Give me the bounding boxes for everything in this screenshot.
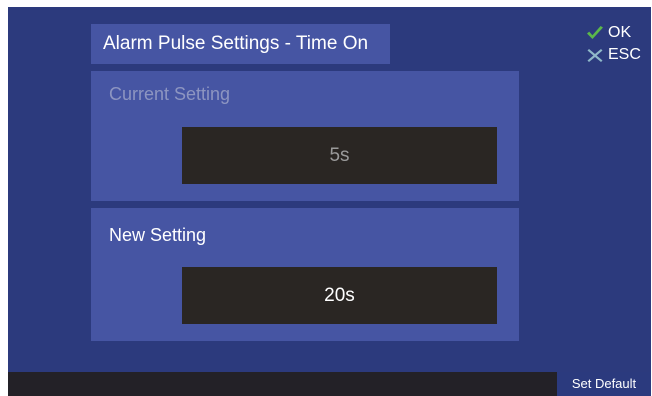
- new-setting-label: New Setting: [109, 225, 207, 245]
- bottom-bar: Set Default: [8, 372, 651, 396]
- current-setting-label: Current Setting: [109, 84, 231, 104]
- set-default-button[interactable]: Set Default: [557, 372, 651, 396]
- ok-label: OK: [608, 24, 632, 41]
- new-setting-value[interactable]: 20s: [182, 267, 497, 324]
- esc-button[interactable]: ESC: [586, 44, 648, 66]
- new-setting-panel: New Setting 20s: [91, 208, 519, 341]
- current-setting-panel: Current Setting 5s: [91, 71, 519, 201]
- x-icon: [586, 47, 608, 63]
- current-setting-value: 5s: [182, 127, 497, 184]
- page-title: Alarm Pulse Settings - Time On: [91, 24, 390, 64]
- checkmark-icon: [586, 25, 608, 41]
- ok-esc-controls: OK ESC: [586, 22, 648, 66]
- settings-screen: Alarm Pulse Settings - Time On OK ESC Cu…: [8, 7, 651, 396]
- esc-label: ESC: [608, 46, 641, 63]
- ok-button[interactable]: OK: [586, 22, 648, 44]
